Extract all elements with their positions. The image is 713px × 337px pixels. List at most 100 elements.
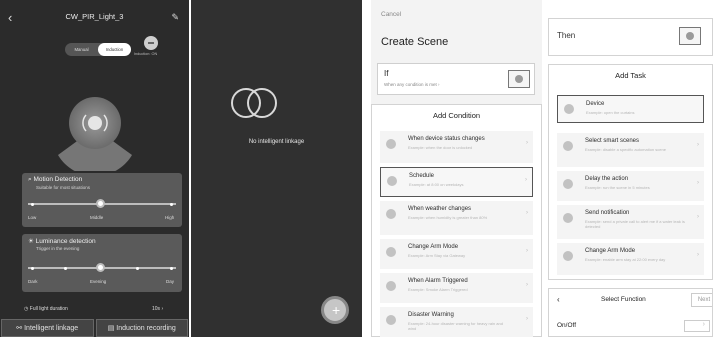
- chevron-right-icon: ›: [697, 180, 699, 186]
- light-duration-value[interactable]: 10s ›: [152, 306, 163, 312]
- luminance-subtitle: Trigger in the evening: [36, 246, 80, 251]
- task-subtitle: Example: send a private call to alert me…: [585, 219, 685, 229]
- device-screen: ‹ CW_PIR_Light_3 ✎ Manual Induction Indu…: [0, 0, 189, 337]
- induction-toggle-icon[interactable]: [144, 36, 158, 50]
- tab-induction-recording[interactable]: ▤ Induction recording: [95, 319, 188, 337]
- add-condition-title: Add Condition: [432, 111, 481, 120]
- task-title: Select smart scenes: [585, 138, 640, 144]
- clock-icon: [387, 176, 397, 186]
- condition-subtitle: Example: when humidity is greater than 8…: [408, 215, 488, 220]
- add-task-card: Add Task Device Example: open the curtai…: [548, 64, 713, 280]
- sensor-radar-icon: [58, 97, 132, 171]
- add-condition-plus-icon[interactable]: [508, 70, 530, 88]
- task-subtitle: Example: disable a specific automation s…: [585, 147, 666, 152]
- task-delay[interactable]: Delay the action Example: run the scene …: [557, 171, 704, 201]
- motion-label-low: Low: [28, 215, 37, 220]
- add-task-plus-icon[interactable]: [679, 27, 701, 45]
- condition-subtitle: Example: Smoke Alarm Triggered: [408, 287, 468, 292]
- task-title: Device: [586, 101, 605, 107]
- condition-disaster[interactable]: Disaster Warning Example: 24-hour disast…: [380, 307, 533, 337]
- on-off-label: On/Off: [557, 322, 577, 329]
- mode-switch[interactable]: Manual Induction: [65, 43, 131, 56]
- lum-label-evening: Evening: [90, 279, 107, 284]
- mode-manual[interactable]: Manual: [65, 43, 98, 56]
- lum-tick-3: [136, 266, 139, 270]
- bulb-icon: [386, 139, 396, 149]
- induction-status: Induction: ON: [134, 52, 158, 56]
- add-linkage-button[interactable]: [321, 296, 349, 324]
- condition-schedule[interactable]: Schedule Example: at 8:00 on weekdays ›: [380, 167, 533, 197]
- condition-title: Change Arm Mode: [408, 244, 459, 250]
- task-device[interactable]: Device Example: open the curtains: [557, 95, 704, 123]
- lum-label-dark: Dark: [28, 279, 38, 284]
- lum-tick-4: [170, 266, 173, 270]
- if-title: If: [384, 69, 389, 78]
- condition-title: When weather changes: [408, 206, 472, 212]
- shield-icon: [563, 251, 573, 261]
- then-title: Then: [557, 31, 576, 40]
- device-title: CW_PIR_Light_3: [65, 12, 124, 21]
- lum-label-day: Day: [166, 279, 175, 284]
- lum-tick-2: [64, 266, 67, 270]
- condition-subtitle: Example: when the door is unlocked: [408, 145, 473, 150]
- chevron-right-icon: ›: [526, 282, 528, 288]
- alarm-bell-icon: [386, 281, 396, 291]
- linkage-empty-screen: No intelligent linkage: [191, 0, 362, 337]
- motion-label-high: High: [165, 215, 175, 220]
- task-subtitle: Example: open the curtains: [586, 110, 635, 115]
- condition-subtitle: Example: at 8:00 on weekdays: [409, 182, 464, 187]
- bottom-tabs: ⚯ Intelligent linkage ▤ Induction record…: [0, 319, 189, 337]
- next-button[interactable]: Next: [691, 293, 712, 307]
- luminance-slider-knob[interactable]: [96, 263, 105, 272]
- condition-title: When device status changes: [408, 136, 485, 142]
- condition-title: Schedule: [409, 173, 435, 179]
- luminance-card: ☀ Luminance detection Trigger in the eve…: [22, 234, 182, 292]
- chevron-right-icon: ›: [697, 142, 699, 148]
- edit-pencil-icon[interactable]: ✎: [171, 12, 179, 23]
- empty-message: No intelligent linkage: [248, 139, 305, 145]
- cancel-link[interactable]: Cancel: [381, 11, 401, 18]
- task-title: Delay the action: [585, 176, 629, 182]
- condition-arm-mode[interactable]: Change Arm Mode Example: Arm Stay via Ga…: [380, 239, 533, 269]
- if-condition-card[interactable]: If When any condition is met ›: [377, 63, 535, 95]
- condition-device-status[interactable]: When device status changes Example: when…: [380, 131, 533, 163]
- task-title: Change Arm Mode: [585, 248, 636, 254]
- lum-tick-1: [31, 266, 34, 270]
- task-subtitle: Example: run the scene in 5 minutes: [585, 185, 650, 190]
- tab-intelligent-linkage[interactable]: ⚯ Intelligent linkage: [1, 319, 94, 337]
- condition-subtitle: Example: Arm Stay via Gateway: [408, 253, 466, 258]
- chevron-right-icon: ›: [697, 252, 699, 258]
- then-card[interactable]: Then: [548, 18, 713, 56]
- mail-icon: [563, 213, 573, 223]
- clock-icon: [563, 179, 573, 189]
- motion-title: ⌕ Motion Detection: [28, 176, 83, 183]
- condition-title: When Alarm Triggered: [408, 278, 468, 284]
- task-subtitle: Example: enable arm stay at 22:00 every …: [585, 257, 666, 262]
- scene-check-icon: [563, 141, 573, 151]
- chevron-right-icon: ›: [526, 210, 528, 216]
- motion-label-middle: Middle: [90, 215, 104, 220]
- select-function-title: Select Function: [601, 296, 646, 303]
- motion-tick-left: [31, 202, 34, 206]
- task-notification[interactable]: Send notification Example: send a privat…: [557, 205, 704, 239]
- warning-icon: [386, 315, 396, 325]
- sun-icon: [386, 209, 396, 219]
- mode-induction[interactable]: Induction: [98, 43, 131, 56]
- add-task-title: Add Task: [615, 71, 646, 80]
- chevron-right-icon: ›: [697, 214, 699, 220]
- motion-tick-right: [170, 202, 173, 206]
- on-off-selector[interactable]: [684, 320, 710, 332]
- back-chevron-icon[interactable]: ‹: [557, 295, 560, 304]
- chevron-right-icon: ›: [526, 316, 528, 322]
- condition-weather[interactable]: When weather changes Example: when humid…: [380, 201, 533, 235]
- chevron-right-icon: ›: [526, 248, 528, 254]
- create-scene-screen: Cancel Create Scene If When any conditio…: [371, 0, 542, 337]
- condition-subtitle: Example: 24-hour disaster warning for he…: [408, 321, 503, 331]
- chevron-right-icon: ›: [526, 140, 528, 146]
- condition-alarm[interactable]: When Alarm Triggered Example: Smoke Alar…: [380, 273, 533, 303]
- light-duration-label: ◷ Full light duration: [24, 306, 68, 312]
- task-smart-scenes[interactable]: Select smart scenes Example: disable a s…: [557, 133, 704, 167]
- if-subtitle: When any condition is met ›: [384, 82, 440, 87]
- motion-slider-knob[interactable]: [96, 199, 105, 208]
- task-arm-mode[interactable]: Change Arm Mode Example: enable arm stay…: [557, 243, 704, 275]
